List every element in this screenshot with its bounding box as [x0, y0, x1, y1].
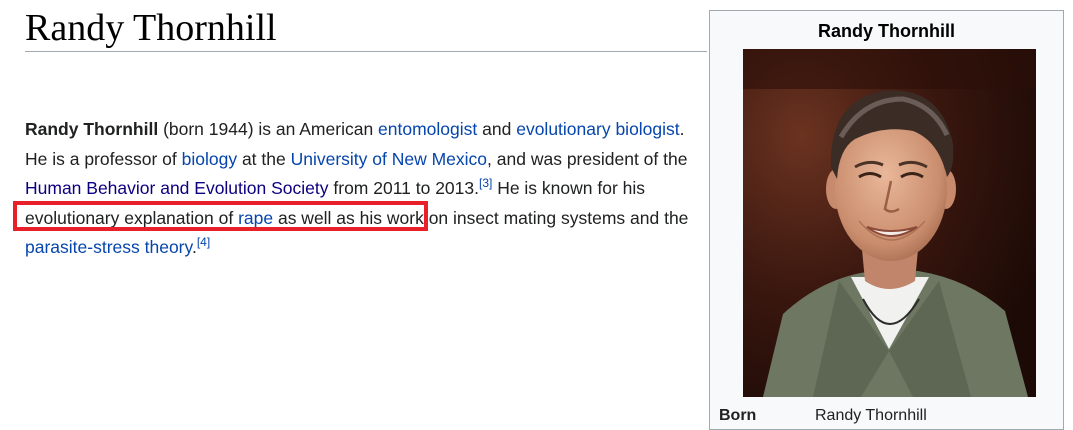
link-biology[interactable]: biology [182, 149, 237, 169]
lead-text: and [477, 119, 517, 139]
reference-link-4[interactable]: [4] [197, 236, 210, 250]
reference-3[interactable]: [3] [479, 176, 492, 190]
infobox-title: Randy Thornhill [818, 21, 955, 41]
lead-paragraph: Randy Thornhill (born 1944) is an Americ… [25, 115, 693, 263]
link-entomologist[interactable]: entomologist [378, 119, 477, 139]
born-value: Randy Thornhill [815, 407, 927, 424]
subject-name: Randy Thornhill [25, 119, 159, 139]
lead-text: from 2011 to 2013. [328, 178, 479, 199]
lead-text: at the [237, 148, 291, 169]
link-rape[interactable]: rape [238, 208, 273, 228]
lead-text: (born 1944) is an American [158, 119, 379, 139]
link-parasite-stress-theory[interactable]: parasite-stress theory [25, 237, 192, 257]
page-title: Randy Thornhill [25, 7, 277, 49]
reference-4[interactable]: [4] [197, 236, 210, 250]
born-label: Born [719, 407, 757, 424]
reference-link-3[interactable]: [3] [479, 176, 492, 190]
lead-text: as well as his work on insect mating sys… [273, 207, 689, 228]
link-evolutionary-biologist[interactable]: evolutionary biologist [516, 119, 679, 139]
link-university-of-new-mexico[interactable]: University of New Mexico [291, 149, 487, 169]
lead-text: , and was president of the [487, 148, 688, 169]
link-human-behavior-evolution-society[interactable]: Human Behavior and Evolution Society [25, 178, 329, 198]
title-divider [25, 51, 707, 52]
portrait-photo[interactable] [743, 49, 1036, 397]
infobox: Randy Thornhill Born Randy Thornhill [709, 10, 1064, 430]
